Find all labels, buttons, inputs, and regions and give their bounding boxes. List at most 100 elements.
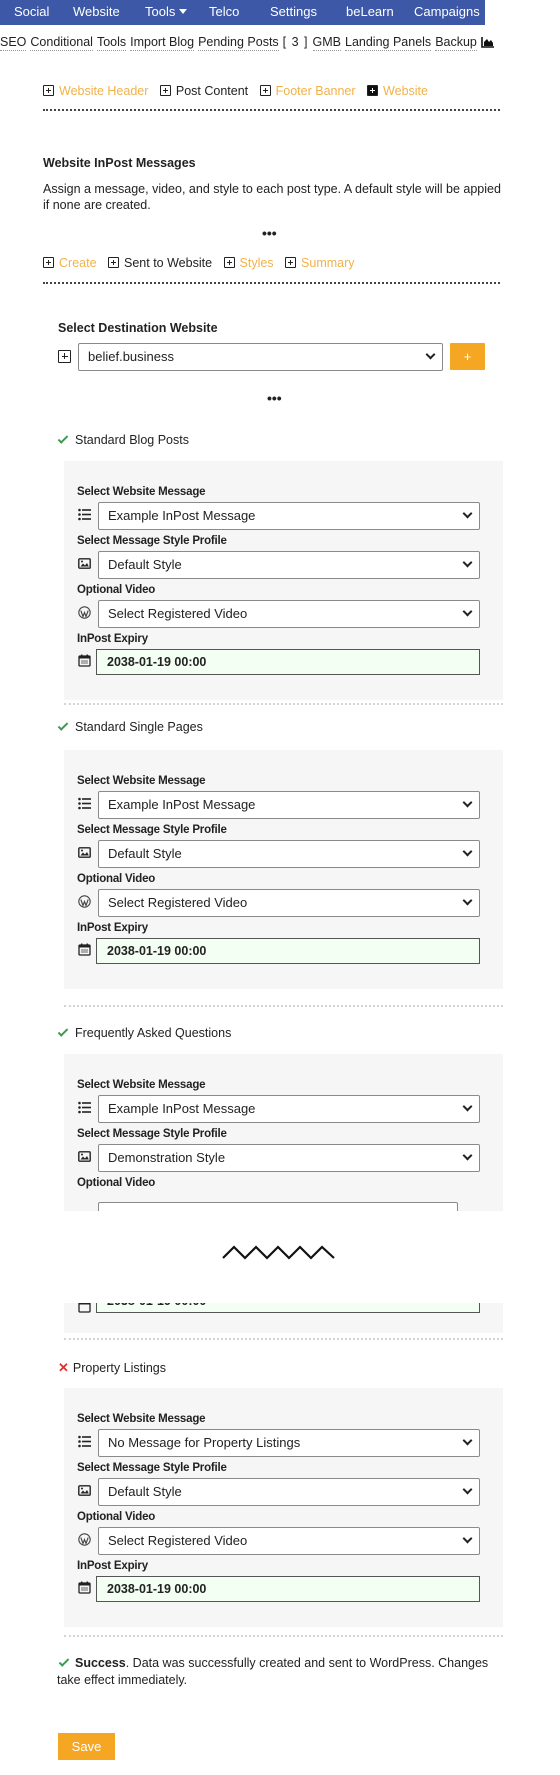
- nav-settings[interactable]: Settings: [270, 4, 317, 19]
- plus-square-filled-icon: [367, 85, 379, 96]
- caret-down-icon: [179, 9, 188, 14]
- message-label: Select Website Message: [77, 486, 206, 498]
- nav-belearn[interactable]: beLearn: [346, 4, 394, 19]
- chevron-down-icon: [462, 1435, 473, 1446]
- image-icon: [78, 1151, 91, 1162]
- zigzag-break-icon: [222, 1245, 335, 1260]
- image-icon: [78, 847, 91, 858]
- content-break: [0, 1211, 560, 1303]
- section-panel-partial: 2038-01-19 00:00: [64, 1303, 503, 1333]
- list-icon: [78, 1101, 91, 1114]
- tab-label: Styles: [239, 256, 274, 270]
- message-label: Select Website Message: [77, 1413, 206, 1425]
- tab-label: Summary: [301, 256, 355, 270]
- video-select[interactable]: Select Registered Video: [98, 1527, 480, 1555]
- tab-create[interactable]: Create: [43, 256, 97, 270]
- select-value: Example InPost Message: [108, 797, 256, 812]
- page-description: Assign a message, video, and style to ea…: [43, 182, 501, 212]
- chevron-down-icon: [425, 349, 436, 360]
- expiry-label: InPost Expiry: [77, 922, 148, 934]
- wordpress-icon: [78, 1533, 91, 1546]
- tab-label: Footer Banner: [275, 84, 356, 98]
- divider: [64, 1005, 503, 1007]
- subnav-gmb[interactable]: GMB: [312, 35, 341, 51]
- select-value: Select Registered Video: [108, 1533, 248, 1548]
- section-panel-single-pages: Select Website Message Example InPost Me…: [64, 750, 503, 989]
- style-label: Select Message Style Profile: [77, 1128, 227, 1140]
- video-select[interactable]: Select Registered Video: [98, 600, 480, 628]
- nav-website[interactable]: Website: [73, 4, 120, 19]
- tab-website-header[interactable]: Website Header: [43, 84, 148, 98]
- expiry-input[interactable]: 2038-01-19 00:00: [96, 649, 480, 675]
- style-select[interactable]: Default Style: [98, 551, 480, 579]
- style-label: Select Message Style Profile: [77, 824, 227, 836]
- add-website-button[interactable]: +: [450, 343, 485, 370]
- destination-website-select[interactable]: belief.business: [78, 343, 443, 371]
- tab-summary[interactable]: Summary: [285, 256, 355, 270]
- message-select[interactable]: No Message for Property Listings: [98, 1429, 480, 1457]
- expiry-input[interactable]: 2038-01-19 00:00: [96, 1576, 480, 1602]
- message-select[interactable]: Example InPost Message: [98, 1095, 480, 1123]
- tab-footer-banner[interactable]: Footer Banner: [259, 84, 356, 98]
- select-value: Default Style: [108, 846, 182, 861]
- video-select[interactable]: Select Registered Video: [98, 889, 480, 917]
- tab-label: Sent to Website: [124, 256, 213, 270]
- nav-tools[interactable]: Tools: [145, 4, 188, 19]
- calendar-icon: [78, 1303, 91, 1313]
- destination-label: Select Destination Website: [58, 321, 218, 335]
- style-select[interactable]: Default Style: [98, 840, 480, 868]
- subnav-import-blog[interactable]: Import Blog: [130, 35, 195, 51]
- tab-sent-to-website[interactable]: Sent to Website: [108, 256, 212, 270]
- section-title-blog-posts: Standard Blog Posts: [57, 433, 189, 447]
- calendar-icon: [78, 943, 91, 956]
- list-icon: [78, 508, 91, 521]
- video-select[interactable]: [98, 1202, 458, 1211]
- subnav-pending-posts[interactable]: Pending Posts: [198, 35, 279, 51]
- nav-telco[interactable]: Telco: [209, 4, 239, 19]
- nav-campaigns[interactable]: Campaigns: [414, 4, 480, 19]
- divider: [64, 1635, 503, 1637]
- plus-square-icon: [43, 85, 54, 96]
- nav-social[interactable]: Social: [14, 4, 49, 19]
- x-icon: ✕: [58, 1360, 69, 1375]
- style-label: Select Message Style Profile: [77, 535, 227, 547]
- divider: [43, 282, 500, 284]
- plus-square-icon: [285, 257, 297, 268]
- plus-square-icon[interactable]: [58, 350, 71, 363]
- select-value: Select Registered Video: [108, 606, 248, 621]
- subnav-conditional[interactable]: Conditional: [30, 35, 93, 51]
- message-select[interactable]: Example InPost Message: [98, 502, 480, 530]
- select-value: Example InPost Message: [108, 508, 256, 523]
- divider: [43, 109, 500, 111]
- page-title: Website InPost Messages: [43, 156, 196, 170]
- chevron-down-icon: [462, 846, 473, 857]
- style-select[interactable]: Default Style: [98, 1478, 480, 1506]
- tab-label: Create: [59, 256, 97, 270]
- message-select[interactable]: Example InPost Message: [98, 791, 480, 819]
- style-select[interactable]: Demonstration Style: [98, 1144, 480, 1172]
- tab-styles[interactable]: Styles: [223, 256, 274, 270]
- tab-post-content[interactable]: Post Content: [159, 84, 248, 98]
- image-icon: [78, 558, 91, 569]
- subnav-backup[interactable]: Backup: [435, 35, 477, 51]
- select-value: Example InPost Message: [108, 1101, 256, 1116]
- section-title-faq: Frequently Asked Questions: [57, 1026, 231, 1040]
- subnav-landing-panels[interactable]: Landing Panels: [345, 35, 432, 51]
- message-label: Select Website Message: [77, 775, 206, 787]
- subnav-tools[interactable]: Tools: [96, 35, 127, 51]
- list-icon: [78, 1435, 91, 1448]
- check-icon: [57, 433, 69, 444]
- chevron-down-icon: [462, 797, 473, 808]
- tab-label: Website: [383, 84, 428, 98]
- nav-tools-label: Tools: [145, 4, 176, 19]
- section-title-text: Standard Blog Posts: [75, 433, 189, 447]
- subnav-seo[interactable]: SEO: [0, 35, 27, 51]
- chevron-down-icon: [462, 508, 473, 519]
- sub-nav: SEO Conditional Tools Import Blog Pending Po…: [0, 35, 495, 55]
- expiry-input[interactable]: 2038-01-19 00:00: [96, 938, 480, 964]
- expiry-input[interactable]: 2038-01-19 00:00: [96, 1303, 480, 1313]
- area-chart-icon[interactable]: [481, 36, 495, 51]
- save-button[interactable]: Save: [58, 1733, 115, 1760]
- chevron-down-icon: [462, 606, 473, 617]
- tab-website[interactable]: Website: [367, 84, 428, 98]
